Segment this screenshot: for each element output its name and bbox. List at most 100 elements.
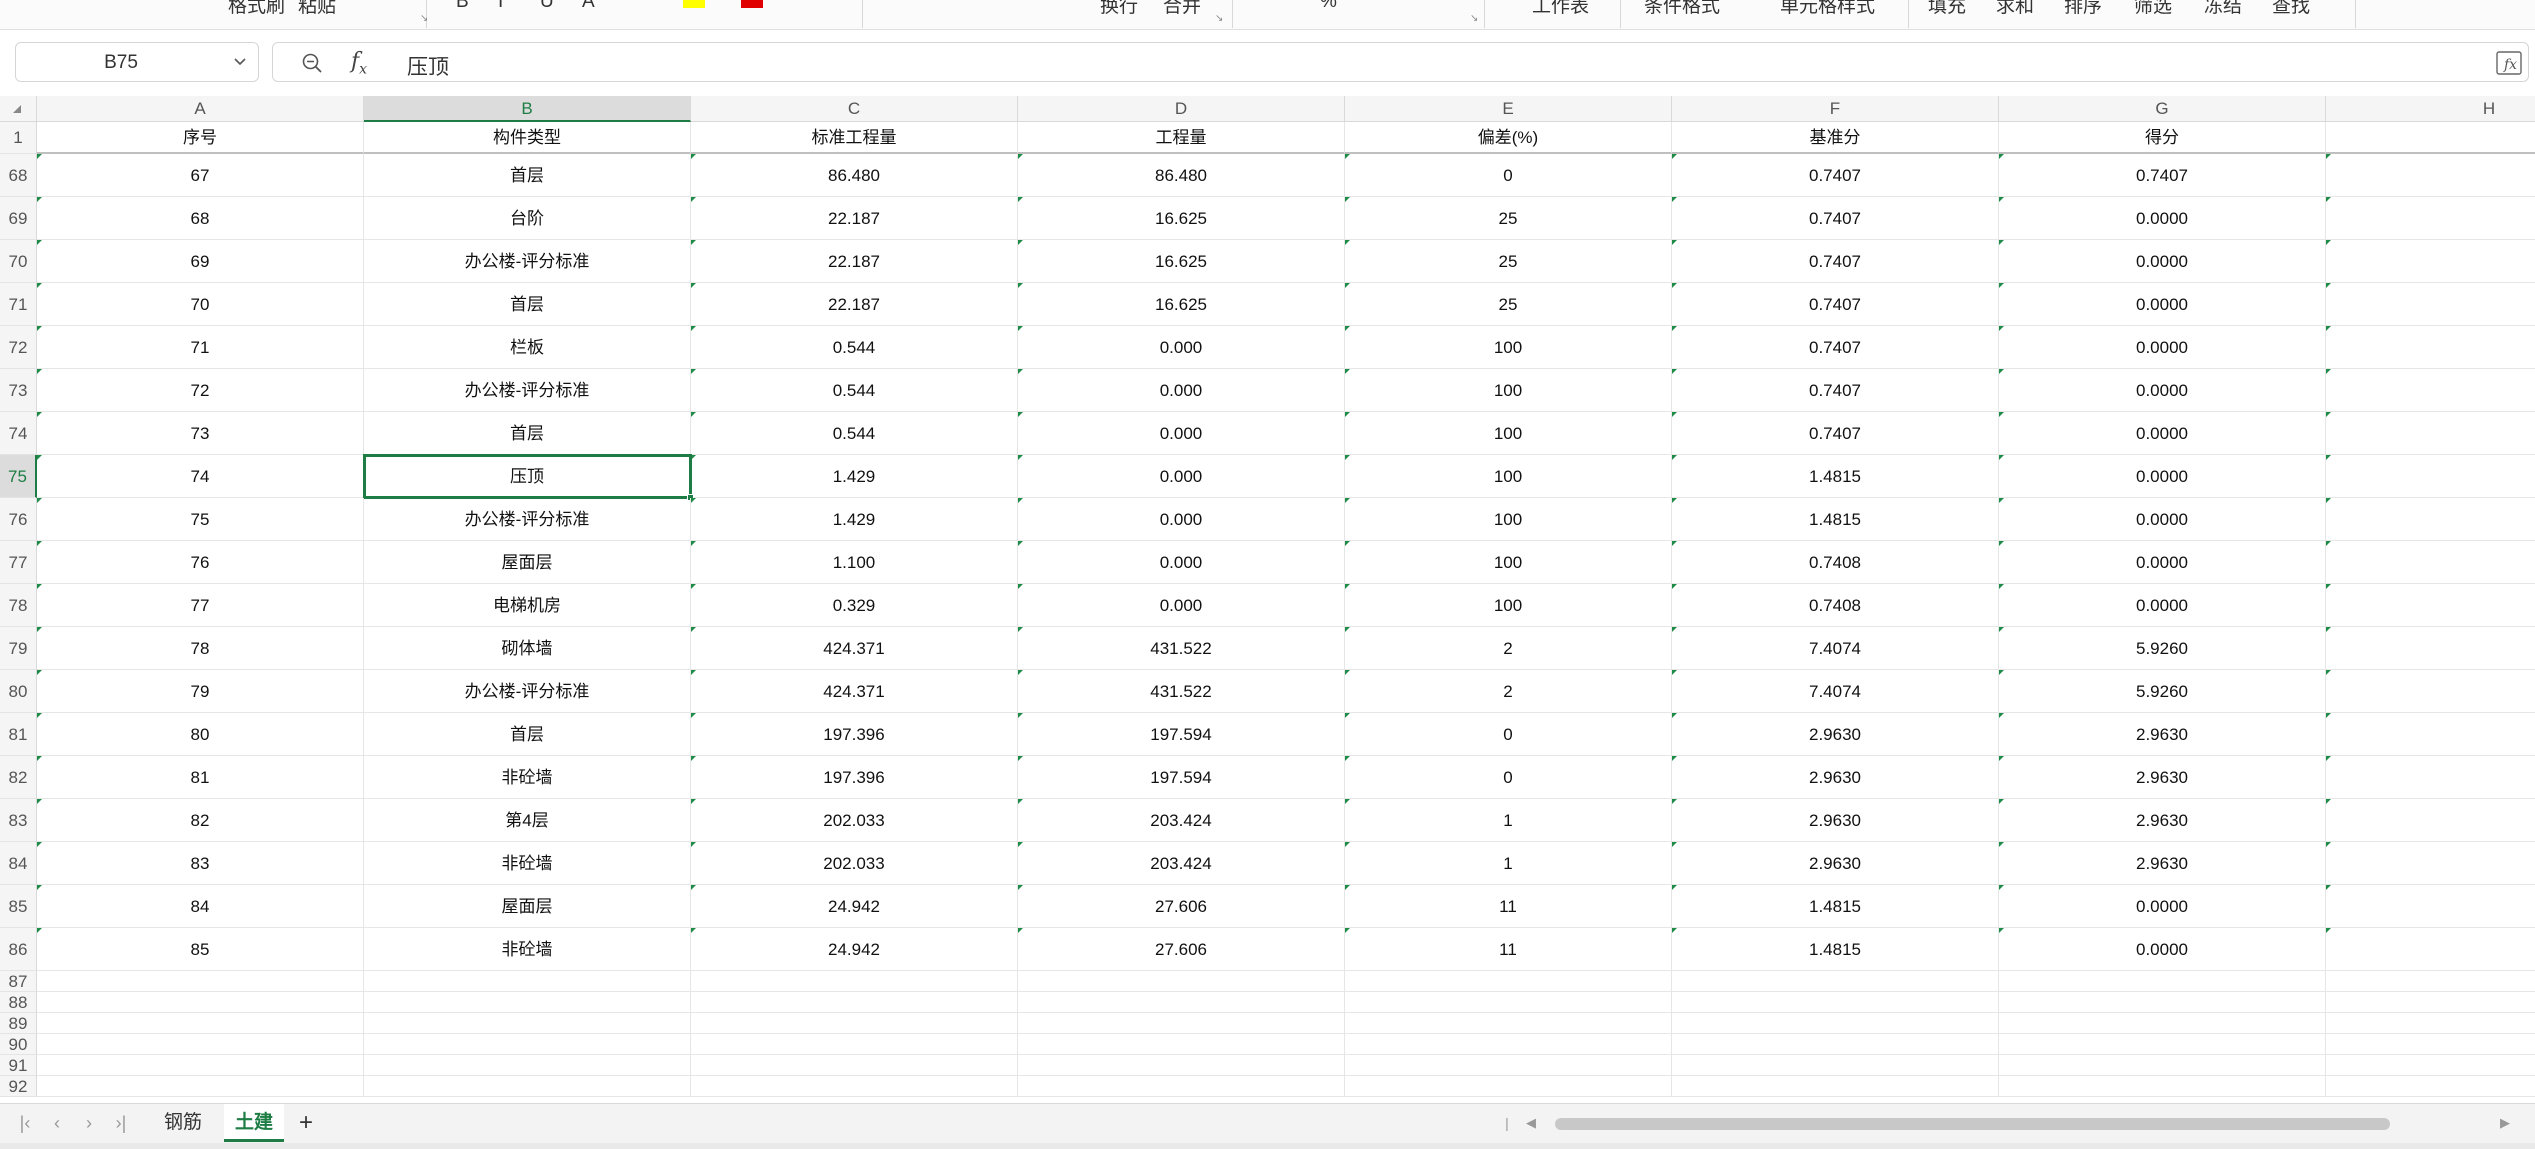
table-cell[interactable]: 0.000: [1018, 412, 1345, 455]
table-cell[interactable]: 0.0000: [1999, 928, 2326, 971]
table-cell[interactable]: 压顶: [364, 455, 691, 498]
row-header[interactable]: 68: [0, 154, 37, 197]
empty-cell[interactable]: [1672, 992, 1999, 1013]
ribbon-item-17[interactable]: 查找: [2272, 0, 2310, 18]
table-cell[interactable]: 7.4074: [1672, 670, 1999, 713]
scroll-right-icon[interactable]: ▶: [2494, 1112, 2516, 1134]
next-sheet-icon[interactable]: ›: [78, 1112, 100, 1134]
table-cell[interactable]: 屋面层: [364, 541, 691, 584]
empty-cell[interactable]: [1999, 1013, 2326, 1034]
header-cell[interactable]: 序号: [37, 122, 364, 154]
table-cell[interactable]: 100: [1345, 584, 1672, 627]
empty-cell[interactable]: [691, 971, 1018, 992]
table-cell[interactable]: 100: [1345, 326, 1672, 369]
header-cell[interactable]: 工程量: [1018, 122, 1345, 154]
empty-cell[interactable]: [2326, 1034, 2535, 1055]
table-cell[interactable]: 未汇总计算: [2326, 455, 2535, 498]
empty-cell[interactable]: [1018, 1034, 1345, 1055]
empty-cell[interactable]: [691, 1055, 1018, 1076]
row-header[interactable]: 89: [0, 1013, 37, 1034]
table-cell[interactable]: 197.594: [1018, 756, 1345, 799]
zoom-search-icon[interactable]: [301, 52, 323, 74]
table-cell[interactable]: 非砼墙: [364, 842, 691, 885]
empty-cell[interactable]: [1672, 1034, 1999, 1055]
table-cell[interactable]: 未汇总计算: [2326, 326, 2535, 369]
table-cell[interactable]: 0.544: [691, 369, 1018, 412]
ribbon-item-6[interactable]: 换行: [1100, 0, 1138, 18]
table-cell[interactable]: 栏板: [364, 326, 691, 369]
table-cell[interactable]: 0.0000: [1999, 455, 2326, 498]
table-cell[interactable]: 计算误差过大: [2326, 197, 2535, 240]
table-cell[interactable]: 1.429: [691, 498, 1018, 541]
table-cell[interactable]: 2.9630: [1672, 756, 1999, 799]
add-sheet-button[interactable]: +: [292, 1109, 320, 1137]
row-header[interactable]: 78: [0, 584, 37, 627]
ribbon-item-1[interactable]: 粘贴: [298, 0, 336, 18]
table-cell[interactable]: 第4层: [364, 799, 691, 842]
table-cell[interactable]: 屋面层: [364, 885, 691, 928]
empty-cell[interactable]: [364, 1034, 691, 1055]
row-header[interactable]: 83: [0, 799, 37, 842]
table-cell[interactable]: 0.7407: [1672, 326, 1999, 369]
table-cell[interactable]: 22.187: [691, 240, 1018, 283]
table-cell[interactable]: 0.000: [1018, 369, 1345, 412]
table-cell[interactable]: 79: [37, 670, 364, 713]
table-cell[interactable]: 0.000: [1018, 541, 1345, 584]
table-cell[interactable]: 71: [37, 326, 364, 369]
table-cell[interactable]: [2326, 799, 2535, 842]
table-cell[interactable]: 11: [1345, 885, 1672, 928]
table-cell[interactable]: 16.625: [1018, 283, 1345, 326]
column-header-a[interactable]: A: [37, 96, 364, 122]
ribbon-item-5[interactable]: A: [582, 0, 595, 13]
table-cell[interactable]: 0.000: [1018, 455, 1345, 498]
table-cell[interactable]: [2326, 670, 2535, 713]
table-cell[interactable]: 未画图元: [2326, 498, 2535, 541]
table-cell[interactable]: 24.942: [691, 885, 1018, 928]
empty-cell[interactable]: [37, 1013, 364, 1034]
table-cell[interactable]: 431.522: [1018, 627, 1345, 670]
table-cell[interactable]: 100: [1345, 541, 1672, 584]
table-cell[interactable]: 100: [1345, 455, 1672, 498]
table-cell[interactable]: 2.9630: [1999, 756, 2326, 799]
table-cell[interactable]: 0.329: [691, 584, 1018, 627]
row-header[interactable]: 84: [0, 842, 37, 885]
table-cell[interactable]: 203.424: [1018, 842, 1345, 885]
function-icon[interactable]: fx: [351, 49, 367, 77]
table-cell[interactable]: 0: [1345, 713, 1672, 756]
row-header[interactable]: 1: [0, 122, 37, 154]
header-cell[interactable]: 基准分: [1672, 122, 1999, 154]
empty-cell[interactable]: [37, 1076, 364, 1097]
row-header[interactable]: 75: [0, 455, 37, 498]
table-cell[interactable]: 100: [1345, 412, 1672, 455]
table-cell[interactable]: 0.7407: [1999, 154, 2326, 197]
last-sheet-icon[interactable]: ›|: [110, 1112, 132, 1134]
table-cell[interactable]: 首层: [364, 283, 691, 326]
table-cell[interactable]: 台阶: [364, 197, 691, 240]
empty-cell[interactable]: [1999, 1034, 2326, 1055]
table-cell[interactable]: 77: [37, 584, 364, 627]
sheet-tab-civil[interactable]: 土建: [224, 1104, 284, 1142]
empty-cell[interactable]: [1999, 1076, 2326, 1097]
table-cell[interactable]: 86.480: [691, 154, 1018, 197]
empty-cell[interactable]: [691, 1013, 1018, 1034]
table-cell[interactable]: 1.4815: [1672, 885, 1999, 928]
table-cell[interactable]: 0.7407: [1672, 369, 1999, 412]
empty-cell[interactable]: [2326, 971, 2535, 992]
column-header-d[interactable]: D: [1018, 96, 1345, 122]
font-color-icon[interactable]: [741, 0, 763, 8]
table-cell[interactable]: 68: [37, 197, 364, 240]
table-cell[interactable]: 办公楼-评分标准: [364, 240, 691, 283]
row-header[interactable]: 72: [0, 326, 37, 369]
column-header-e[interactable]: E: [1345, 96, 1672, 122]
table-cell[interactable]: 电梯机房: [364, 584, 691, 627]
ribbon-item-9[interactable]: 工作表: [1532, 0, 1589, 18]
row-header[interactable]: 71: [0, 283, 37, 326]
table-cell[interactable]: 办公楼-评分标准: [364, 498, 691, 541]
table-cell[interactable]: 办公楼-评分标准: [364, 369, 691, 412]
table-cell[interactable]: 1.429: [691, 455, 1018, 498]
table-cell[interactable]: 24.942: [691, 928, 1018, 971]
table-cell[interactable]: 0.544: [691, 326, 1018, 369]
row-header[interactable]: 74: [0, 412, 37, 455]
group-launcher-icon[interactable]: ↘: [1215, 14, 1225, 24]
row-header[interactable]: 80: [0, 670, 37, 713]
